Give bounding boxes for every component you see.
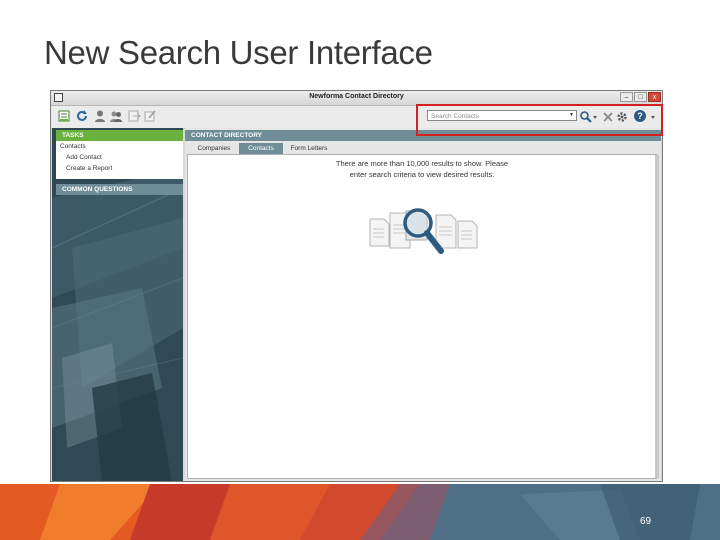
- group-icon[interactable]: [109, 109, 123, 123]
- results-message-line2: enter search criteria to view desired re…: [349, 170, 495, 179]
- results-message-line1: There are more than 10,000 results to sh…: [335, 159, 509, 168]
- sidebar-item-create-report[interactable]: Create a Report: [66, 165, 112, 172]
- new-contact-icon[interactable]: [57, 109, 71, 123]
- export-icon[interactable]: [127, 109, 141, 123]
- sidebar: TASKS Contacts Add Contact Create a Repo…: [52, 128, 183, 481]
- sidebar-item-contacts[interactable]: Contacts: [60, 143, 86, 150]
- tasks-panel: Contacts Add Contact Create a Report: [56, 141, 183, 179]
- page-number: 69: [640, 516, 652, 527]
- sidebar-background-image: [52, 128, 183, 481]
- refresh-icon[interactable]: [75, 109, 89, 123]
- main-panel: CONTACT DIRECTORY Companies Contacts For…: [185, 128, 661, 481]
- tasks-header: TASKS: [56, 130, 183, 141]
- window-title: Newforma Contact Directory: [309, 93, 404, 100]
- results-scrollbar[interactable]: [655, 155, 659, 478]
- sidebar-item-add-contact[interactable]: Add Contact: [66, 154, 102, 161]
- minimize-button[interactable]: –: [620, 92, 633, 102]
- search-documents-illustration-icon: [369, 208, 478, 254]
- tab-contacts[interactable]: Contacts: [239, 143, 283, 154]
- tab-form-letters[interactable]: Form Letters: [283, 143, 335, 154]
- common-questions-header[interactable]: COMMON QUESTIONS: [56, 184, 183, 195]
- edit-icon[interactable]: [143, 109, 157, 123]
- maximize-button[interactable]: □: [634, 92, 647, 102]
- close-button[interactable]: x: [648, 92, 661, 102]
- search-highlight-box: [416, 104, 663, 136]
- slide-title: New Search User Interface: [44, 34, 433, 71]
- person-icon[interactable]: [93, 109, 107, 123]
- footer-decoration: [0, 484, 720, 540]
- results-area: There are more than 10,000 results to sh…: [187, 154, 659, 479]
- app-window: Newforma Contact Directory – □ x Search …: [50, 90, 663, 482]
- tab-companies[interactable]: Companies: [189, 143, 239, 154]
